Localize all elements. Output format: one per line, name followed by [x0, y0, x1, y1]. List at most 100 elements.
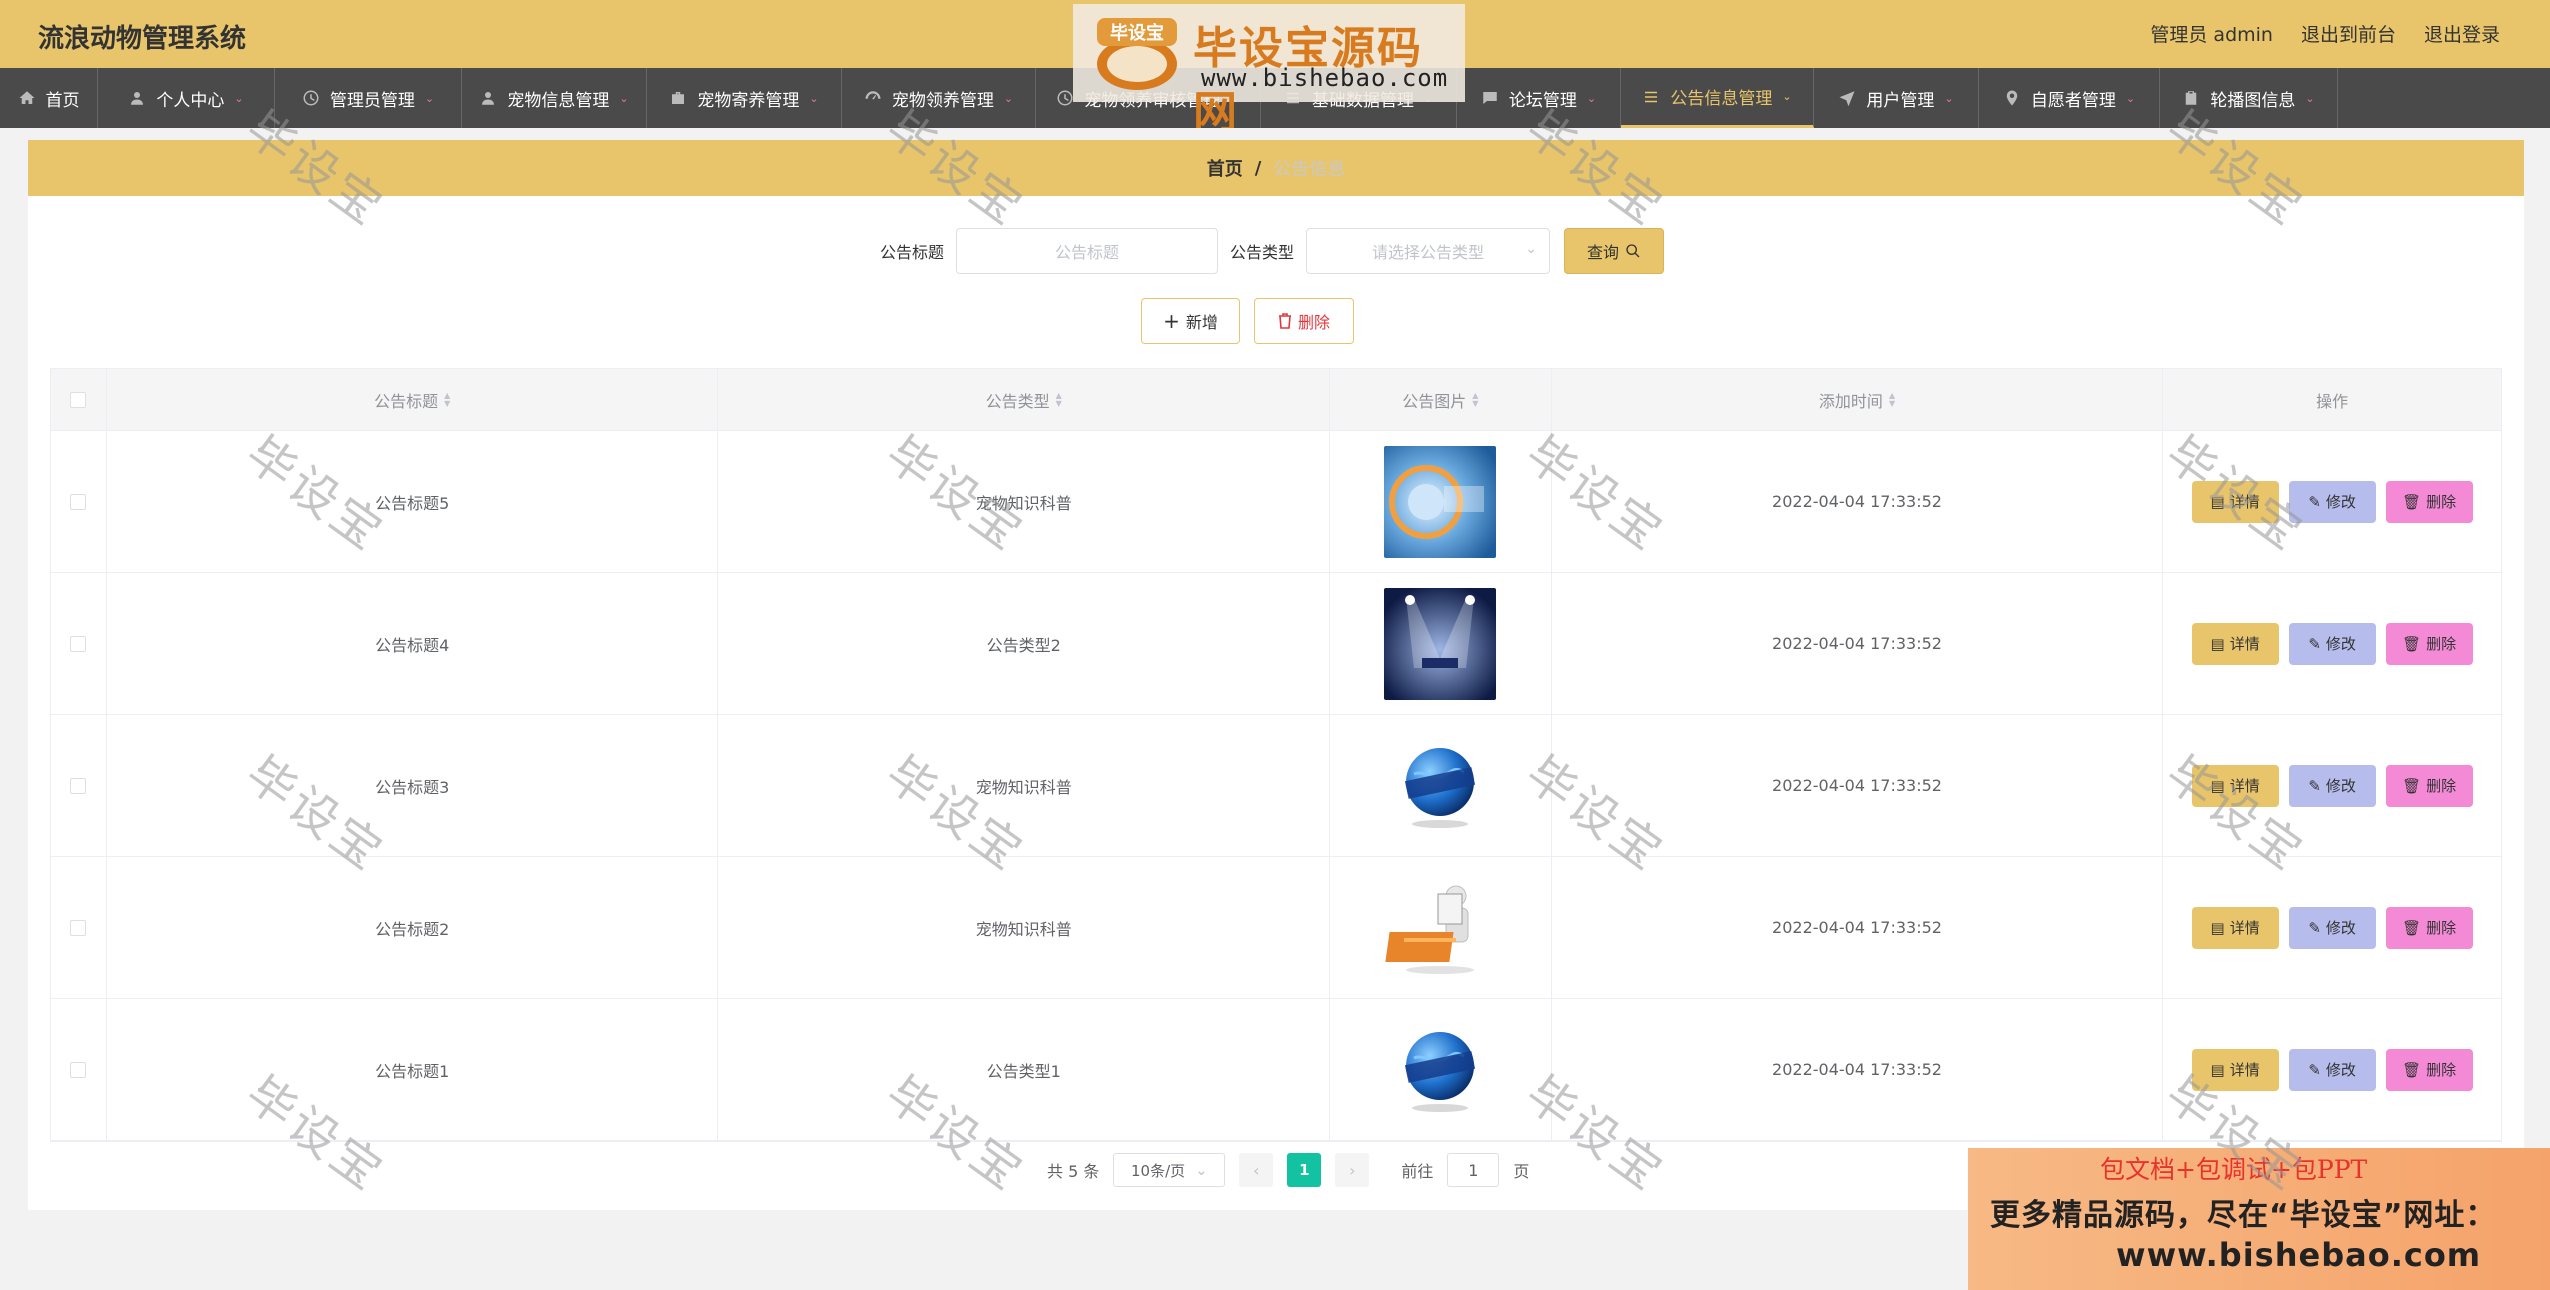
promo-line-2: 更多精品源码，尽在“毕设宝”网址： [1990, 1198, 2497, 1233]
trash-icon: 🗑 [2402, 776, 2422, 795]
edit-icon: ✎ [2308, 918, 2321, 937]
chevron-down-icon: ⌄ [1586, 91, 1597, 105]
add-button[interactable]: + 新增 [1141, 298, 1240, 344]
next-page-button[interactable]: › [1335, 1153, 1370, 1187]
news-disc-image[interactable] [1384, 445, 1497, 558]
page-number-current[interactable]: 1 [1287, 1153, 1322, 1187]
table-row: 公告标题5 宠物知识科普 2022-04-04 17:33:52 ▤ 详情 ✎ 修改… [51, 431, 2501, 573]
news-stage-image[interactable] [1384, 587, 1497, 700]
table-row: 公告标题1 公告类型1 2022-04-04 17:33:52 ▤ 详情 ✎ 修改 … [51, 999, 2501, 1141]
edit-button[interactable]: ✎ 修改 [2288, 480, 2376, 523]
notice-table: 公告标题 ▲ ▼ 公告类型 ▲ ▼ 公告图片 ▲ ▼ 添加时间 ▲ ▼ 操作 公告标题5 宠物知… [50, 368, 2502, 1142]
edit-button[interactable]: ✎ 修改 [2288, 622, 2376, 665]
nav-personal-center[interactable]: 个人中心 ⌄ [98, 68, 275, 128]
chevron-down-icon: ⌄ [1525, 241, 1538, 257]
edit-button[interactable]: ✎ 修改 [2288, 1048, 2376, 1091]
clipboard-icon [2186, 91, 2197, 105]
cell-title: 公告标题4 [107, 573, 719, 714]
chevron-down-icon: ⌄ [809, 91, 819, 105]
breadcrumb-home[interactable]: 首页 [1207, 155, 1243, 181]
edit-button[interactable]: ✎ 修改 [2288, 906, 2376, 949]
document-icon: ▤ [2210, 1060, 2225, 1079]
edit-icon: ✎ [2308, 1060, 2321, 1079]
nav-user-manage[interactable]: 用户管理 ⌄ [1814, 68, 1979, 128]
edit-icon: ✎ [2308, 634, 2321, 653]
chevron-down-icon: ⌄ [1003, 91, 1014, 105]
row-checkbox[interactable] [70, 777, 87, 794]
title-search-input[interactable]: 公告标题 [956, 228, 1219, 274]
page-size-select[interactable]: 10条/页 ⌄ [1113, 1153, 1226, 1187]
type-select[interactable]: 请选择公告类型 ⌄ [1306, 228, 1551, 274]
goto-suffix: 页 [1513, 1162, 1530, 1181]
chat-icon [1483, 92, 1497, 104]
logout-link[interactable]: 退出登录 [2424, 20, 2500, 47]
nav-notice-manage[interactable]: 公告信息管理 ⌄ [1621, 68, 1814, 128]
detail-button[interactable]: ▤ 详情 [2191, 622, 2279, 665]
col-type[interactable]: 公告类型 ▲ ▼ [718, 369, 1330, 430]
cell-time: 2022-04-04 17:33:52 [1552, 431, 2164, 572]
nav-home[interactable]: 首页 [0, 68, 98, 128]
chevron-down-icon: ⌄ [1782, 90, 1792, 103]
system-title: 流浪动物管理系统 [38, 24, 247, 54]
trash-icon [1278, 313, 1291, 329]
col-picture[interactable]: 公告图片 ▲ ▼ [1330, 369, 1552, 430]
col-title[interactable]: 公告标题 ▲ ▼ [107, 369, 719, 430]
detail-button[interactable]: ▤ 详情 [2191, 480, 2279, 523]
nav-pet-foster[interactable]: 宠物寄养管理 ⌄ [647, 68, 842, 128]
table-row: 公告标题4 公告类型2 2022-04-04 17:33:52 ▤ 详情 ✎ 修改 … [51, 573, 2501, 715]
nav-pet-adopt[interactable]: 宠物领养管理 ⌄ [842, 68, 1036, 128]
cell-type: 宠物知识科普 [718, 715, 1330, 856]
col-operations: 操作 [2316, 391, 2349, 411]
news-globe-image[interactable] [1384, 729, 1497, 842]
delete-button[interactable]: 🗑 删除 [2385, 622, 2473, 665]
detail-button[interactable]: ▤ 详情 [2191, 906, 2279, 949]
document-icon: ▤ [2210, 918, 2225, 937]
action-buttons: + 新增 删除 [1141, 298, 1354, 344]
select-all-checkbox[interactable] [70, 391, 87, 408]
trash-icon: 🗑 [2402, 918, 2422, 937]
nav-admin-manage[interactable]: 管理员管理 ⌄ [275, 68, 462, 128]
nav-pet-info[interactable]: 宠物信息管理 ⌄ [462, 68, 647, 128]
nav-forum[interactable]: 论坛管理 ⌄ [1457, 68, 1621, 128]
news-figure-image[interactable] [1384, 871, 1497, 984]
plus-icon: + [1163, 309, 1180, 333]
pagination-total: 共 5 条 [1047, 1162, 1100, 1181]
goto-page-input[interactable]: 1 [1447, 1153, 1500, 1187]
chevron-down-icon: ⌄ [2125, 91, 2136, 105]
col-added-time[interactable]: 添加时间 ▲ ▼ [1552, 369, 2164, 430]
clock-icon [303, 90, 319, 106]
document-icon: ▤ [2210, 492, 2225, 511]
location-icon [2006, 90, 2018, 106]
delete-button[interactable]: 🗑 删除 [2385, 1048, 2473, 1091]
chevron-down-icon: ⌄ [2305, 91, 2315, 105]
row-checkbox[interactable] [70, 1061, 87, 1078]
row-checkbox[interactable] [70, 919, 87, 936]
cell-type: 公告类型1 [718, 999, 1330, 1140]
query-button[interactable]: 查询 [1564, 228, 1665, 274]
row-checkbox[interactable] [70, 635, 87, 652]
detail-button[interactable]: ▤ 详情 [2191, 764, 2279, 807]
prev-page-button[interactable]: ‹ [1239, 1153, 1274, 1187]
header-links: 管理员 admin 退出到前台 退出登录 [2150, 20, 2500, 47]
table-header: 公告标题 ▲ ▼ 公告类型 ▲ ▼ 公告图片 ▲ ▼ 添加时间 ▲ ▼ 操作 [51, 369, 2501, 431]
nav-volunteer-manage[interactable]: 自愿者管理 ⌄ [1979, 68, 2160, 128]
promo-banner: 包文档+包调试+包PPT 更多精品源码，尽在“毕设宝”网址： www.bishe… [1968, 1148, 2550, 1290]
edit-button[interactable]: ✎ 修改 [2288, 764, 2376, 807]
delete-button[interactable]: 🗑 删除 [2385, 480, 2473, 523]
admin-user-link[interactable]: 管理员 admin [2150, 20, 2273, 47]
type-search-label: 公告类型 [1230, 243, 1295, 262]
batch-delete-button[interactable]: 删除 [1254, 298, 1354, 344]
nav-carousel-info[interactable]: 轮播图信息 ⌄ [2160, 68, 2338, 128]
briefcase-icon [672, 92, 685, 104]
row-checkbox[interactable] [70, 493, 87, 510]
goto-prefix: 前往 [1401, 1162, 1434, 1181]
news-globe-image[interactable] [1384, 1013, 1497, 1126]
goto-frontend-link[interactable]: 退出到前台 [2301, 20, 2396, 47]
search-form: 公告标题 公告标题 公告类型 请选择公告类型 ⌄ 查询 [880, 228, 1665, 274]
delete-button[interactable]: 🗑 删除 [2385, 906, 2473, 949]
detail-button[interactable]: ▤ 详情 [2191, 1048, 2279, 1091]
delete-button[interactable]: 🗑 删除 [2385, 764, 2473, 807]
breadcrumb-current: 公告信息 [1273, 159, 1346, 180]
edit-icon: ✎ [2308, 492, 2321, 511]
sort-icon: ▲ ▼ [1472, 390, 1479, 408]
